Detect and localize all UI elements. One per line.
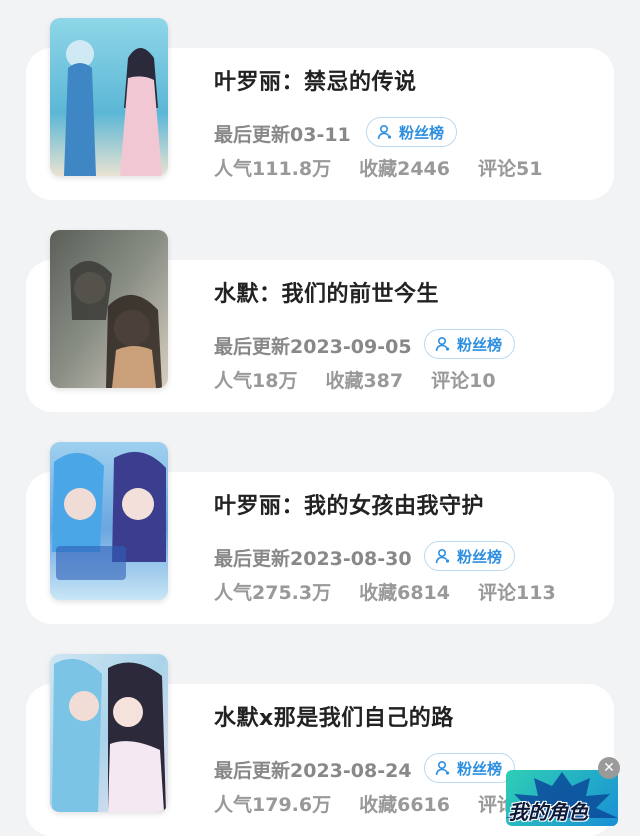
- work-title[interactable]: 水默：我们的前世今生: [214, 276, 439, 308]
- work-stats: 人气111.8万 收藏2446 评论51: [214, 154, 542, 181]
- comments-count: 评论113: [478, 582, 556, 604]
- last-updated: 最后更新2023-09-05: [214, 336, 412, 358]
- work-cover[interactable]: [50, 442, 168, 600]
- fans-ranking-button[interactable]: 粉丝榜: [424, 329, 516, 359]
- my-character-promo[interactable]: 我的角色: [506, 770, 618, 826]
- fans-ranking-button[interactable]: 粉丝榜: [424, 753, 516, 783]
- popularity-count: 人气179.6万: [214, 794, 332, 816]
- favorites-count: 收藏6814: [359, 582, 450, 604]
- popularity-count: 人气275.3万: [214, 582, 332, 604]
- favorites-count: 收藏387: [325, 370, 404, 392]
- work-title[interactable]: 叶罗丽：禁忌的传说: [214, 64, 417, 96]
- works-list: 叶罗丽：禁忌的传说 最后更新03-11 粉丝榜 人气111.8万 收藏2446 …: [0, 0, 640, 836]
- fans-ranking-label: 粉丝榜: [399, 123, 445, 142]
- popularity-count: 人气111.8万: [214, 158, 332, 180]
- work-cover[interactable]: [50, 654, 168, 812]
- comments-count: 评论51: [478, 158, 543, 180]
- user-icon: [435, 336, 450, 352]
- work-stats: 人气179.6万 收藏6616 评论: [214, 790, 516, 817]
- work-cover[interactable]: [50, 230, 168, 388]
- fans-ranking-label: 粉丝榜: [457, 759, 503, 778]
- favorites-count: 收藏2446: [359, 158, 450, 180]
- work-title[interactable]: 水默x那是我们自己的路: [214, 700, 454, 732]
- close-icon[interactable]: ✕: [598, 757, 620, 779]
- last-updated: 最后更新03-11: [214, 124, 351, 146]
- user-icon: [435, 760, 450, 776]
- last-updated: 最后更新2023-08-24: [214, 760, 412, 782]
- fans-ranking-button[interactable]: 粉丝榜: [424, 541, 516, 571]
- cover-image: [50, 230, 168, 388]
- last-updated: 最后更新2023-08-30: [214, 548, 412, 570]
- user-icon: [377, 124, 392, 140]
- cover-image: [50, 18, 168, 176]
- popularity-count: 人气18万: [214, 370, 298, 392]
- fans-ranking-button[interactable]: 粉丝榜: [366, 117, 458, 147]
- favorites-count: 收藏6616: [359, 794, 450, 816]
- user-icon: [435, 548, 450, 564]
- work-cover[interactable]: [50, 18, 168, 176]
- work-title[interactable]: 叶罗丽：我的女孩由我守护: [214, 488, 484, 520]
- fans-ranking-label: 粉丝榜: [457, 547, 503, 566]
- comments-count: 评论10: [431, 370, 496, 392]
- work-stats: 人气275.3万 收藏6814 评论113: [214, 578, 556, 605]
- work-stats: 人气18万 收藏387 评论10: [214, 366, 496, 393]
- fans-ranking-label: 粉丝榜: [457, 335, 503, 354]
- cover-image: [50, 442, 168, 600]
- my-character-label: 我的角色: [508, 800, 588, 824]
- cover-image: [50, 654, 168, 812]
